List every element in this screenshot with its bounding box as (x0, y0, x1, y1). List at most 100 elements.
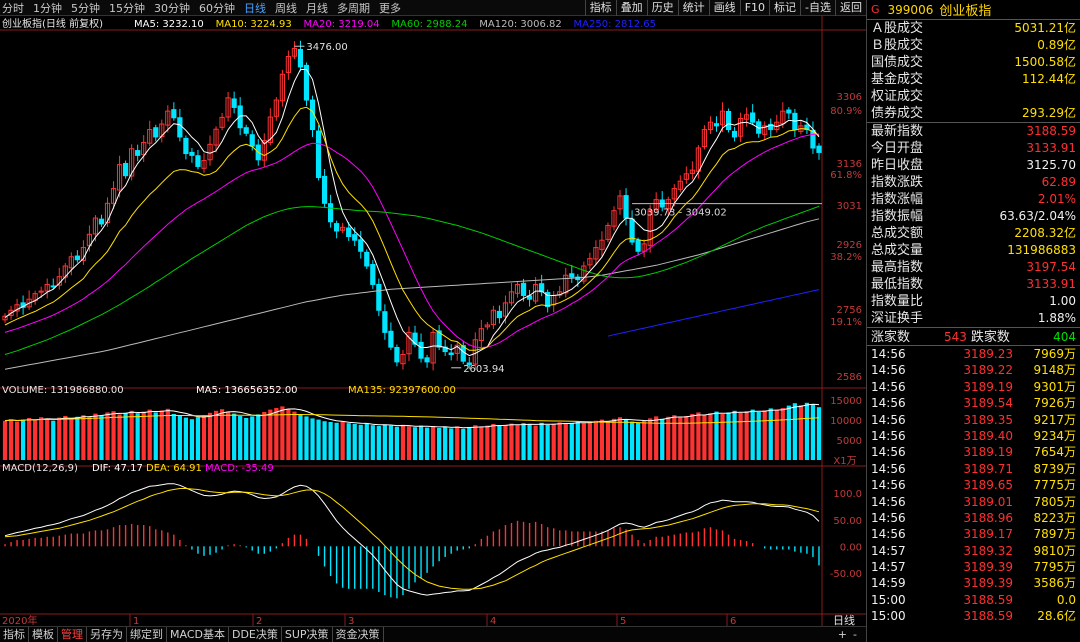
period-tab-1[interactable]: 1分钟 (33, 0, 62, 16)
period-tab-0[interactable]: 分时 (2, 0, 24, 16)
volume-bar (177, 416, 182, 460)
tick-price: 3189.39 (963, 560, 1013, 575)
toolbar-button-5[interactable]: F10 (739, 0, 769, 16)
macd-dif-legend: DIF: 47.17 (92, 463, 143, 474)
price-tick-label: 3136 (837, 159, 862, 170)
tick-row[interactable]: 15:00 3188.59 28.6亿 (867, 608, 1080, 624)
candle-body (725, 110, 732, 131)
quote-row: 今日开盘 3133.91 (867, 140, 1080, 157)
toolbar-button-2[interactable]: 历史 (646, 0, 678, 16)
tick-row[interactable]: 14:56 3189.65 7775万 (867, 477, 1080, 493)
tick-time: 14:56 (871, 412, 906, 427)
volume-bar (244, 418, 249, 460)
macd-value-legend: MACD: -35.49 (205, 463, 274, 474)
tick-row[interactable]: 14:56 3188.96 8223万 (867, 510, 1080, 526)
turnover-row: Ａ股成交 5031.21亿 (867, 20, 1080, 37)
high-annotation: 3476.00 (306, 42, 347, 53)
toolbar-button-1[interactable]: 叠加 (615, 0, 647, 16)
toolbar-button-8[interactable]: 返回 (835, 0, 866, 16)
tick-price: 3188.96 (963, 510, 1013, 525)
chart-canvas[interactable]: 创业板指(日线 前复权) MA5: 3232.10 MA10: 3224.93 MA2… (0, 16, 866, 626)
volume-bar (786, 405, 791, 460)
tick-row[interactable]: 14:59 3189.39 3586万 (867, 575, 1080, 591)
volume-bar (545, 424, 550, 460)
period-tab-8[interactable]: 月线 (306, 0, 328, 16)
up-count: 543 (944, 330, 967, 344)
period-tab-5[interactable]: 60分钟 (199, 0, 235, 16)
indicator-tab-7[interactable]: SUP决策 (282, 627, 333, 642)
volume-bar (774, 410, 779, 460)
zoom-out-button[interactable]: - (850, 627, 860, 642)
indicator-tab-8[interactable]: 资金决策 (333, 627, 384, 642)
toolbar-button-0[interactable]: 指标 (584, 0, 616, 16)
tick-row[interactable]: 14:56 3189.54 7926万 (867, 395, 1080, 411)
x-period-label: 日线 (833, 613, 855, 626)
volume-bar (352, 424, 357, 460)
candle-body (418, 341, 424, 359)
tick-row[interactable]: 14:56 3189.23 7969万 (867, 346, 1080, 362)
period-tab-7[interactable]: 周线 (275, 0, 297, 16)
indicator-tab-1[interactable]: 模板 (29, 627, 58, 642)
flag-label: G (871, 3, 880, 16)
tick-row[interactable]: 14:56 3189.22 9148万 (867, 362, 1080, 378)
quote-row: 指数量比 1.00 (867, 293, 1080, 310)
toolbar-button-7[interactable]: -自选 (800, 0, 835, 16)
tick-row[interactable]: 14:57 3189.32 9810万 (867, 543, 1080, 559)
period-tab-3[interactable]: 15分钟 (109, 0, 145, 16)
ma20-legend: MA20: 3219.04 (304, 19, 380, 30)
advance-decline: 涨家数 543 跌家数 404 (867, 327, 1080, 346)
macd-tick-label: -50.00 (830, 569, 862, 580)
indicator-tab-0[interactable]: 指标 (0, 627, 29, 642)
volume-bar (81, 415, 86, 460)
volume-bar (443, 426, 448, 460)
volume-ma5-legend: MA5: 136656352.00 (196, 385, 298, 396)
volume-bar (364, 423, 369, 460)
volume-bar (750, 409, 755, 460)
kline-chart[interactable]: 创业板指(日线 前复权) MA5: 3232.10 MA10: 3224.93 MA2… (0, 16, 866, 626)
volume-bar (611, 418, 617, 460)
indicator-tab-4[interactable]: 绑定到 (127, 627, 167, 642)
tick-row[interactable]: 14:56 3189.19 9301万 (867, 379, 1080, 395)
indicator-tab-6[interactable]: DDE决策 (229, 627, 282, 642)
indicator-tab-5[interactable]: MACD基本 (167, 627, 229, 642)
tick-row[interactable]: 14:57 3189.39 7795万 (867, 559, 1080, 575)
volume-bar (617, 417, 623, 460)
toolbar-button-4[interactable]: 画线 (708, 0, 740, 16)
period-tab-4[interactable]: 30分钟 (154, 0, 190, 16)
volume-bar (111, 411, 116, 460)
volume-bar (238, 416, 243, 460)
quote-value: 2208.32亿 (1014, 226, 1076, 240)
period-tab-2[interactable]: 5分钟 (71, 0, 100, 16)
tick-row[interactable]: 14:56 3189.01 7805万 (867, 494, 1080, 510)
tick-volume: 9301万 (1033, 379, 1076, 394)
period-tab-10[interactable]: 更多 (379, 0, 401, 16)
quote-row: 昨日收盘 3125.70 (867, 157, 1080, 174)
toolbar-button-3[interactable]: 统计 (677, 0, 709, 16)
volume-bar (485, 425, 490, 460)
tick-row[interactable]: 14:56 3189.35 9217万 (867, 412, 1080, 428)
tick-row[interactable]: 14:56 3189.71 8739万 (867, 461, 1080, 477)
indicator-tab-3[interactable]: 另存为 (87, 627, 127, 642)
quote-label: 深证换手 (871, 311, 924, 326)
candle-body (195, 155, 201, 167)
tick-time: 14:56 (871, 347, 906, 361)
tick-row[interactable]: 15:00 3188.59 0.0 (867, 592, 1080, 608)
ma250-legend: MA250: 2812.65 (574, 19, 656, 30)
toolbar-button-6[interactable]: 标记 (769, 0, 800, 16)
candle-body (243, 127, 249, 134)
tick-list[interactable]: 14:56 3189.23 7969万 14:56 3189.22 9148万 14:56 3… (867, 346, 1080, 625)
indicator-tab-2[interactable]: 管理 (58, 627, 87, 642)
volume-bar (660, 418, 665, 460)
tick-row[interactable]: 14:56 3189.19 7654万 (867, 444, 1080, 460)
quote-value: 63.63/2.04% (999, 209, 1076, 223)
tick-row[interactable]: 14:56 3189.17 7897万 (867, 526, 1080, 542)
tick-time: 15:00 (871, 609, 906, 624)
tick-row[interactable]: 14:56 3189.40 9234万 (867, 428, 1080, 444)
candle-body (50, 285, 56, 288)
zoom-in-button[interactable]: + (835, 627, 850, 642)
period-tab-9[interactable]: 多周期 (337, 0, 370, 16)
period-toolbar: 分时 1分钟 5分钟 15分钟 30分钟 60分钟 日线 周线 月线 多周期 更多 指标 叠加 历史 统计… (0, 0, 866, 16)
period-tab-6[interactable]: 日线 (244, 0, 266, 16)
volume-bar (57, 417, 62, 460)
tick-time: 14:56 (871, 445, 906, 460)
